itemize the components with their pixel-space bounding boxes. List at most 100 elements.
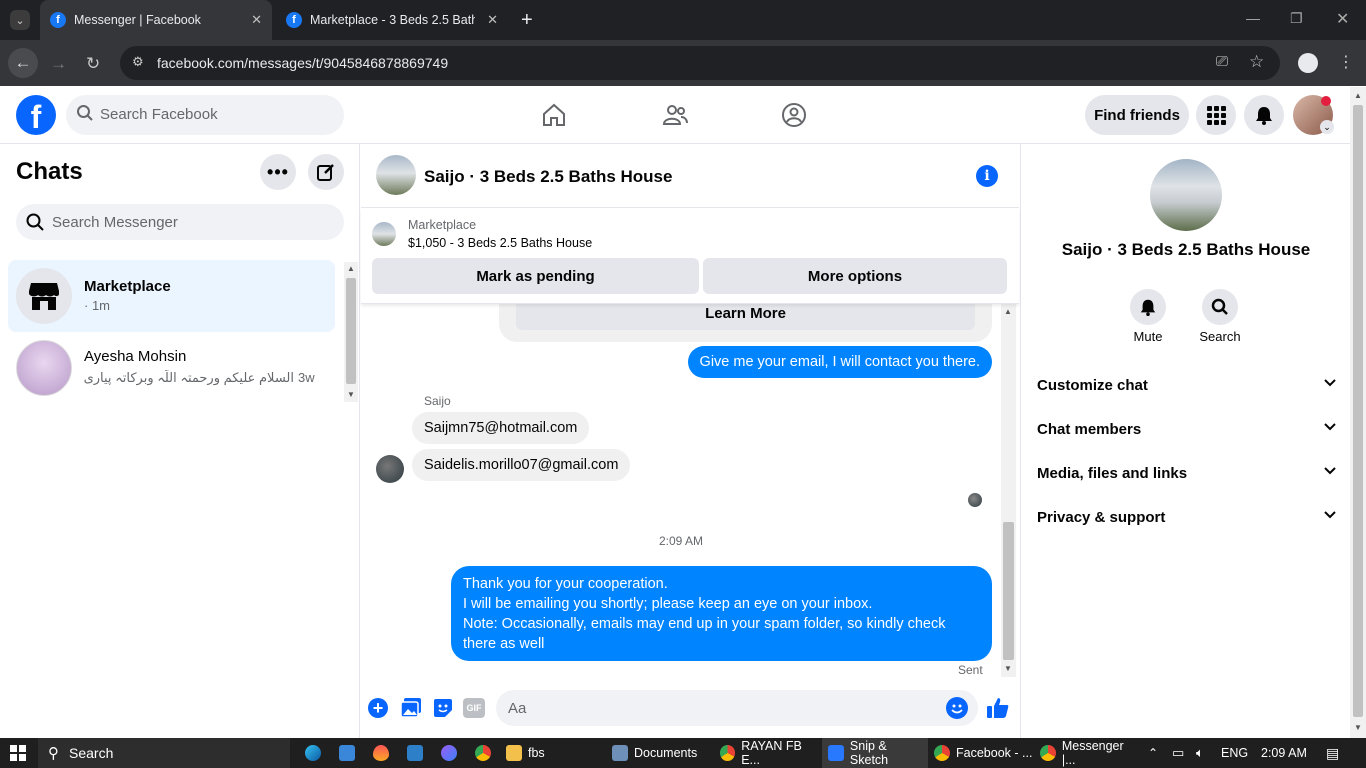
customize-chat-section[interactable]: Customize chat: [1037, 370, 1337, 400]
privacy-support-section[interactable]: Privacy & support: [1037, 502, 1337, 532]
new-tab-plus-icon[interactable]: +: [521, 9, 533, 32]
gif-icon[interactable]: GIF: [463, 698, 485, 718]
close-icon[interactable]: ✕: [487, 12, 498, 28]
page-scrollbar-thumb[interactable]: [1353, 105, 1363, 717]
media-files-links-section[interactable]: Media, files and links: [1037, 458, 1337, 488]
url-bar[interactable]: ⚙ facebook.com/messages/t/90458468788697…: [120, 46, 1280, 80]
facebook-search-input[interactable]: Search Facebook: [100, 106, 218, 123]
site-info-icon[interactable]: ⚙: [132, 54, 144, 70]
windows-start-icon[interactable]: [10, 738, 26, 768]
media-app-icon[interactable]: [441, 738, 463, 768]
chat-item-ayesha-mohsin[interactable]: Ayesha Mohsin السلام علیکم ورحمتہ اللّہ …: [8, 334, 335, 404]
messenger-search-box[interactable]: Search Messenger: [16, 204, 344, 240]
scroll-down-arrow-icon[interactable]: ▼: [347, 390, 355, 399]
tab-marketplace[interactable]: f Marketplace - 3 Beds 2.5 Baths ✕: [276, 0, 508, 40]
scroll-up-arrow-icon[interactable]: ▲: [347, 264, 355, 273]
battery-icon[interactable]: ▭: [1172, 738, 1184, 768]
message-input[interactable]: Aa: [496, 690, 978, 726]
message-bubble-received[interactable]: Saijmn75@hotmail.com: [412, 412, 590, 444]
language-indicator[interactable]: ENG: [1221, 738, 1248, 768]
conversation-title[interactable]: Saijo · 3 Beds 2.5 Baths House: [424, 167, 672, 187]
volume-icon[interactable]: 🔈︎: [1196, 738, 1204, 768]
learn-more-button[interactable]: Learn More: [516, 304, 975, 330]
messenger-search-input[interactable]: Search Messenger: [52, 214, 178, 231]
menu-grid-icon[interactable]: [1196, 95, 1236, 135]
menu-dots-icon[interactable]: ⋮: [1338, 52, 1354, 72]
scroll-up-arrow-icon[interactable]: ▲: [1354, 91, 1362, 100]
chats-scrollbar[interactable]: ▲ ▼: [344, 262, 358, 402]
taskbar-search-box[interactable]: ⚲ Search: [38, 738, 290, 768]
chat-members-section[interactable]: Chat members: [1037, 414, 1337, 444]
forward-arrow-icon[interactable]: →: [50, 54, 67, 74]
taskbar-app-messenger[interactable]: Messenger |...: [1040, 738, 1140, 768]
mark-as-pending-button[interactable]: Mark as pending: [372, 258, 699, 294]
bookmark-star-icon[interactable]: ☆: [1249, 52, 1264, 72]
listing-profile-image[interactable]: [1150, 159, 1222, 231]
chat-options-more-icon[interactable]: •••: [260, 154, 296, 190]
facebook-header: f Search Facebook Find friends ⌄: [0, 87, 1350, 144]
taskbar-app-documents[interactable]: Documents: [612, 738, 712, 768]
tray-chevron-up-icon[interactable]: ⌃: [1148, 738, 1158, 768]
close-icon[interactable]: ✕: [251, 12, 262, 28]
edge-browser-icon[interactable]: [305, 738, 327, 768]
taskbar-app-snip[interactable]: Snip & Sketch: [822, 738, 928, 768]
section-label: Privacy & support: [1037, 508, 1166, 526]
sender-avatar[interactable]: [376, 455, 404, 483]
notifications-bell-icon[interactable]: [1244, 95, 1284, 135]
photos-icon[interactable]: [407, 738, 429, 768]
scroll-up-arrow-icon[interactable]: ▲: [1004, 307, 1012, 316]
taskbar-app-fbs[interactable]: fbs: [506, 738, 602, 768]
search-in-conversation-icon[interactable]: [1202, 289, 1238, 325]
chat-time: 3w: [298, 370, 315, 385]
profile-icon[interactable]: [1298, 53, 1318, 73]
message-bubble-received[interactable]: Saidelis.morillo07@gmail.com: [412, 449, 631, 481]
messages-scrollbar-thumb[interactable]: [1003, 522, 1014, 660]
window-close-icon[interactable]: ✕: [1336, 9, 1349, 29]
listing-detail[interactable]: $1,050 - 3 Beds 2.5 Baths House: [408, 236, 592, 250]
page-scrollbar[interactable]: ▲ ▼: [1350, 87, 1366, 738]
taskbar-app-facebook[interactable]: Facebook - ...: [934, 738, 1034, 768]
minimize-icon[interactable]: —: [1246, 10, 1260, 26]
message-bubble-sent[interactable]: Give me your email, I will contact you t…: [687, 346, 992, 378]
groups-icon[interactable]: [781, 102, 807, 133]
taskbar-app-rayan[interactable]: RAYAN FB E...: [720, 738, 820, 768]
like-thumbs-up-icon[interactable]: [986, 696, 1010, 725]
scroll-down-arrow-icon[interactable]: ▼: [1004, 664, 1012, 673]
sticker-icon[interactable]: [432, 697, 454, 724]
tab-search-button[interactable]: ⌄: [10, 10, 30, 30]
install-app-icon[interactable]: ⎚: [1216, 53, 1228, 70]
chrome-icon[interactable]: [475, 738, 497, 768]
friends-icon[interactable]: [662, 102, 688, 133]
add-plus-icon[interactable]: +: [368, 698, 388, 718]
chat-item-marketplace[interactable]: Marketplace · 1m: [8, 260, 335, 332]
listing-thumbnail[interactable]: [372, 222, 396, 246]
chevron-down-icon: [1323, 507, 1337, 525]
photo-icon[interactable]: [400, 697, 422, 724]
listing-avatar[interactable]: [376, 155, 416, 195]
new-message-compose-icon[interactable]: [308, 154, 344, 190]
home-icon[interactable]: [541, 102, 567, 133]
emoji-icon[interactable]: [946, 697, 968, 719]
reload-icon[interactable]: ↻: [86, 54, 100, 74]
maximize-icon[interactable]: ❐: [1290, 10, 1303, 27]
tab-messenger[interactable]: f Messenger | Facebook ✕: [40, 0, 272, 40]
message-bubble-sent-long[interactable]: Thank you for your cooperation. I will b…: [451, 566, 992, 661]
store-icon[interactable]: [339, 738, 361, 768]
messages-scrollbar[interactable]: ▲ ▼: [1001, 304, 1016, 677]
notification-center-icon[interactable]: ▤: [1326, 738, 1339, 768]
facebook-search-box[interactable]: Search Facebook: [66, 95, 344, 135]
facebook-logo-icon[interactable]: f: [16, 95, 56, 135]
mute-bell-icon[interactable]: [1130, 289, 1166, 325]
more-options-button[interactable]: More options: [703, 258, 1007, 294]
find-friends-button[interactable]: Find friends: [1085, 95, 1189, 135]
paint-drop-icon[interactable]: [373, 738, 395, 768]
clock[interactable]: 2:09 AM: [1261, 738, 1307, 768]
chats-scrollbar-thumb[interactable]: [346, 278, 356, 384]
chevron-down-icon[interactable]: ⌄: [1320, 120, 1334, 134]
details-title: Saijo · 3 Beds 2.5 Baths House: [1061, 240, 1311, 259]
taskbar-app-label: Snip & Sketch: [849, 739, 889, 767]
back-arrow-icon[interactable]: ←: [8, 48, 38, 78]
scroll-down-arrow-icon[interactable]: ▼: [1354, 723, 1362, 732]
url-text[interactable]: facebook.com/messages/t/9045846878869749: [157, 55, 448, 71]
info-icon[interactable]: i: [976, 165, 998, 187]
